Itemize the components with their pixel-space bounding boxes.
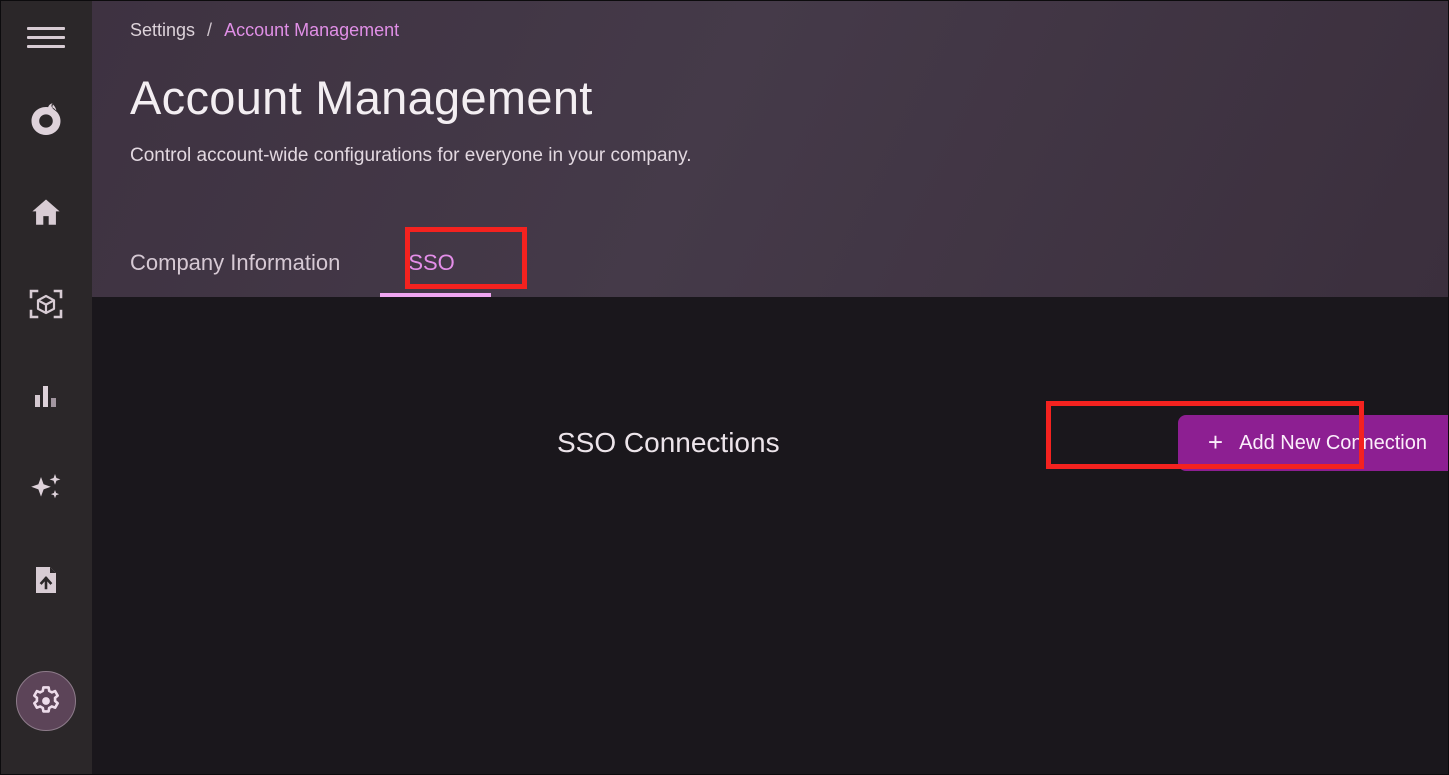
settings-active-badge [16, 671, 76, 731]
sidebar-rail [0, 0, 92, 775]
sso-connections-heading: SSO Connections [557, 427, 780, 459]
sso-connections-section: SSO Connections + Add New Connection [557, 415, 1449, 471]
sidebar-item-brand[interactable] [0, 74, 92, 166]
add-new-connection-label: Add New Connection [1239, 432, 1427, 455]
breadcrumb-separator: / [207, 20, 212, 41]
sidebar-item-ai-tools[interactable] [0, 442, 92, 534]
tab-bar: Company Information SSO [130, 229, 483, 297]
gear-icon [30, 685, 62, 717]
cube-scan-icon [28, 286, 64, 322]
tab-company-information[interactable]: Company Information [130, 229, 380, 297]
breadcrumb-item-settings[interactable]: Settings [130, 20, 195, 41]
sidebar-item-settings[interactable] [0, 655, 92, 747]
page-header: Settings / Account Management Account Ma… [92, 0, 1449, 297]
tab-company-information-label: Company Information [130, 250, 340, 276]
tab-sso-label: SSO [408, 250, 454, 276]
page-subtitle: Control account-wide configurations for … [130, 145, 1449, 167]
sidebar-item-assets[interactable] [0, 258, 92, 350]
sidebar-item-upload[interactable] [0, 534, 92, 626]
page-title: Account Management [130, 74, 1449, 121]
hamburger-menu-button[interactable] [0, 0, 92, 74]
bar-chart-icon [31, 381, 61, 411]
tab-sso[interactable]: SSO [380, 229, 482, 297]
app-window: Settings / Account Management Account Ma… [0, 0, 1449, 775]
hamburger-menu-icon [27, 21, 65, 54]
sidebar-item-home[interactable] [0, 166, 92, 258]
brand-logo-icon [24, 98, 68, 142]
sparkles-icon [28, 470, 64, 506]
sidebar-item-analytics[interactable] [0, 350, 92, 442]
home-icon [29, 195, 63, 229]
tab-panel-sso: SSO Connections + Add New Connection [92, 297, 1449, 775]
plus-icon: + [1208, 429, 1223, 455]
file-upload-icon [30, 564, 62, 596]
breadcrumb-item-account-management[interactable]: Account Management [224, 20, 399, 41]
add-new-connection-button[interactable]: + Add New Connection [1178, 415, 1449, 471]
main-region: Settings / Account Management Account Ma… [92, 0, 1449, 775]
breadcrumb: Settings / Account Management [130, 0, 1449, 41]
